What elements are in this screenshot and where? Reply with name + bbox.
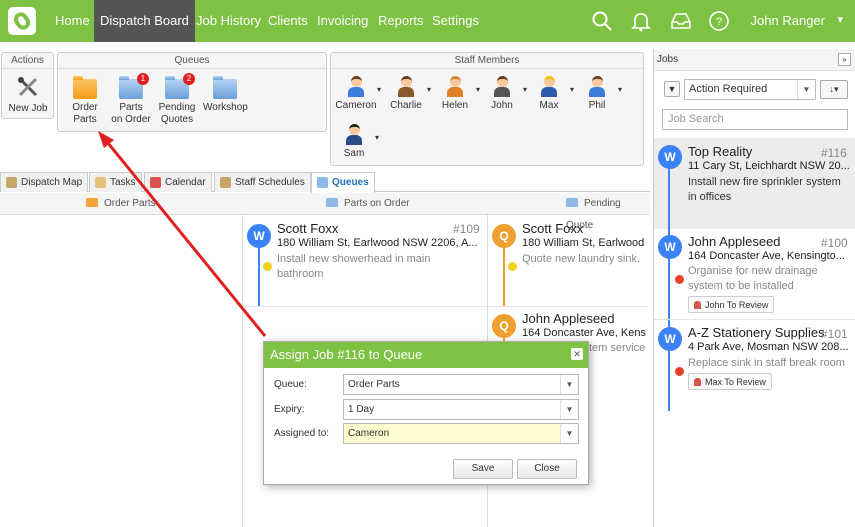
queue-value: Order Parts [348,379,400,390]
queue-label: Queue: [274,379,307,390]
chevron-down-icon: ▼ [560,400,578,419]
arrow-line [106,142,267,337]
assigned-to-label: Assigned to: [274,428,330,439]
assign-queue-dialog: Assign Job #116 to Queue ✕ Queue: Order … [263,341,589,485]
dialog-title: Assign Job #116 to Queue [264,342,588,368]
chevron-down-icon: ▼ [560,424,578,443]
expiry-label: Expiry: [274,404,305,415]
expiry-select[interactable]: 1 Day ▼ [343,399,579,420]
close-button[interactable]: Close [517,459,577,479]
assigned-to-select[interactable]: Cameron ▼ [343,423,579,444]
assigned-value: Cameron [348,428,390,439]
expiry-value: 1 Day [348,404,375,415]
chevron-down-icon: ▼ [560,375,578,394]
close-icon[interactable]: ✕ [571,348,583,360]
queue-select[interactable]: Order Parts ▼ [343,374,579,395]
save-button[interactable]: Save [453,459,513,479]
